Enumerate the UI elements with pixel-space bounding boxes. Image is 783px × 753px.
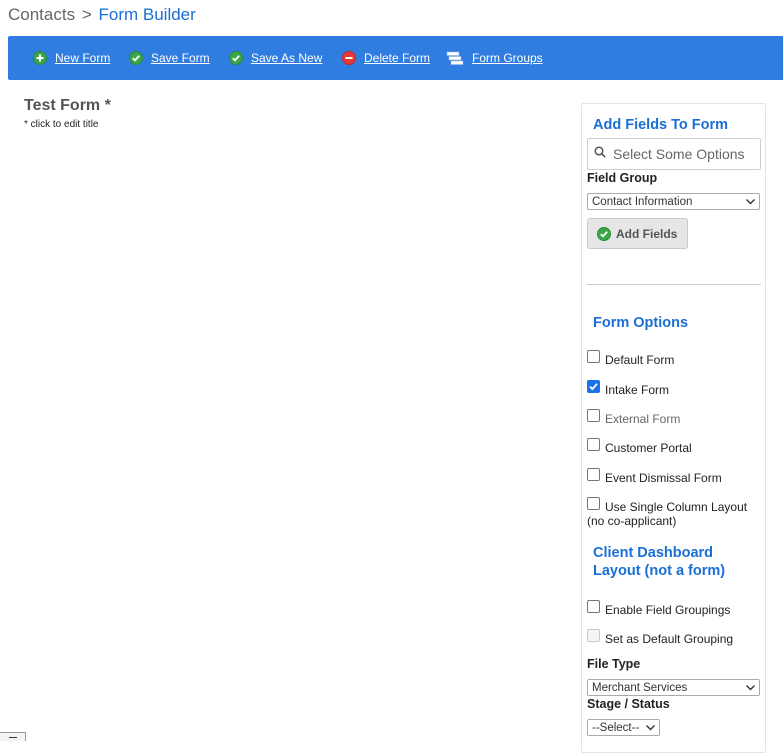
add-fields-button[interactable]: Add Fields <box>587 218 688 249</box>
panel-divider <box>587 284 761 285</box>
dashboard-title-line2: Layout (not a form) <box>593 563 726 579</box>
form-groups-button[interactable]: Form Groups <box>446 49 543 67</box>
form-title[interactable]: Test Form * <box>24 97 111 115</box>
single-column-layout-checkbox[interactable] <box>587 497 600 510</box>
minus-circle-icon <box>341 51 356 66</box>
event-dismissal-form-checkbox[interactable] <box>587 468 600 481</box>
default-grouping-label: Set as Default Grouping <box>605 632 734 646</box>
check-circle-icon <box>228 51 243 66</box>
delete-form-button[interactable]: Delete Form <box>341 49 430 67</box>
minus-icon <box>9 737 17 738</box>
add-fields-label: Add Fields <box>616 226 678 241</box>
delete-form-label: Delete Form <box>364 51 431 65</box>
check-circle-icon <box>597 226 611 241</box>
plus-circle-icon <box>32 51 47 66</box>
external-form-checkbox[interactable] <box>587 409 600 422</box>
file-type-select[interactable]: Merchant Services <box>587 679 760 696</box>
default-form-checkbox[interactable] <box>587 350 600 363</box>
enable-field-groupings-checkbox[interactable] <box>587 600 600 613</box>
chevron-down-icon <box>745 196 756 210</box>
add-fields-title: Add Fields To Form <box>593 117 729 133</box>
field-group-label: Field Group <box>587 171 658 185</box>
right-panel: Add Fields To Form Field Group Contact I… <box>581 103 766 753</box>
field-group-value: Contact Information <box>592 195 693 208</box>
scroll-handle[interactable] <box>0 732 26 741</box>
intake-form-label: Intake Form <box>605 383 670 397</box>
field-search-input[interactable] <box>611 145 751 163</box>
new-form-label: New Form <box>55 51 111 65</box>
form-options-title: Form Options <box>593 315 689 331</box>
save-form-button[interactable]: Save Form <box>128 49 210 67</box>
breadcrumb-contacts-link[interactable]: Contacts <box>8 5 75 24</box>
breadcrumb-separator: > <box>81 5 92 24</box>
customer-portal-label: Customer Portal <box>605 441 692 455</box>
field-group-select[interactable]: Contact Information <box>587 193 760 210</box>
default-form-label: Default Form <box>605 353 675 367</box>
check-circle-icon <box>128 51 143 66</box>
external-form-label: External Form <box>605 412 681 426</box>
single-column-layout-label: Use Single Column Layout <box>605 500 748 514</box>
save-as-new-button[interactable]: Save As New <box>228 49 322 67</box>
field-search[interactable] <box>587 138 761 170</box>
toolbar: New Form Save Form Save As New Delete Fo… <box>8 36 783 80</box>
intake-form-checkbox[interactable] <box>587 380 600 393</box>
customer-portal-checkbox[interactable] <box>587 438 600 451</box>
save-form-label: Save Form <box>151 51 210 65</box>
dashboard-title-line1: Client Dashboard <box>593 545 714 561</box>
stack-icon <box>446 51 464 66</box>
form-title-hint: * click to edit title <box>24 119 99 130</box>
stage-status-label: Stage / Status <box>587 697 670 711</box>
new-form-button[interactable]: New Form <box>32 49 110 67</box>
stage-status-value: --Select-- <box>592 721 640 734</box>
save-as-new-label: Save As New <box>251 51 323 65</box>
stage-status-select[interactable]: --Select-- <box>587 719 660 736</box>
breadcrumb: Contacts > Form Builder <box>8 5 196 25</box>
chevron-down-icon <box>645 722 656 736</box>
file-type-label: File Type <box>587 657 641 671</box>
breadcrumb-current: Form Builder <box>98 5 196 24</box>
event-dismissal-form-label: Event Dismissal Form <box>605 471 722 485</box>
enable-field-groupings-label: Enable Field Groupings <box>605 603 731 617</box>
file-type-value: Merchant Services <box>592 681 688 694</box>
chevron-down-icon <box>745 682 756 696</box>
form-groups-label: Form Groups <box>472 51 543 65</box>
default-grouping-checkbox <box>587 629 600 642</box>
search-icon <box>594 145 606 163</box>
single-column-layout-sublabel: (no co-applicant) <box>587 514 677 528</box>
